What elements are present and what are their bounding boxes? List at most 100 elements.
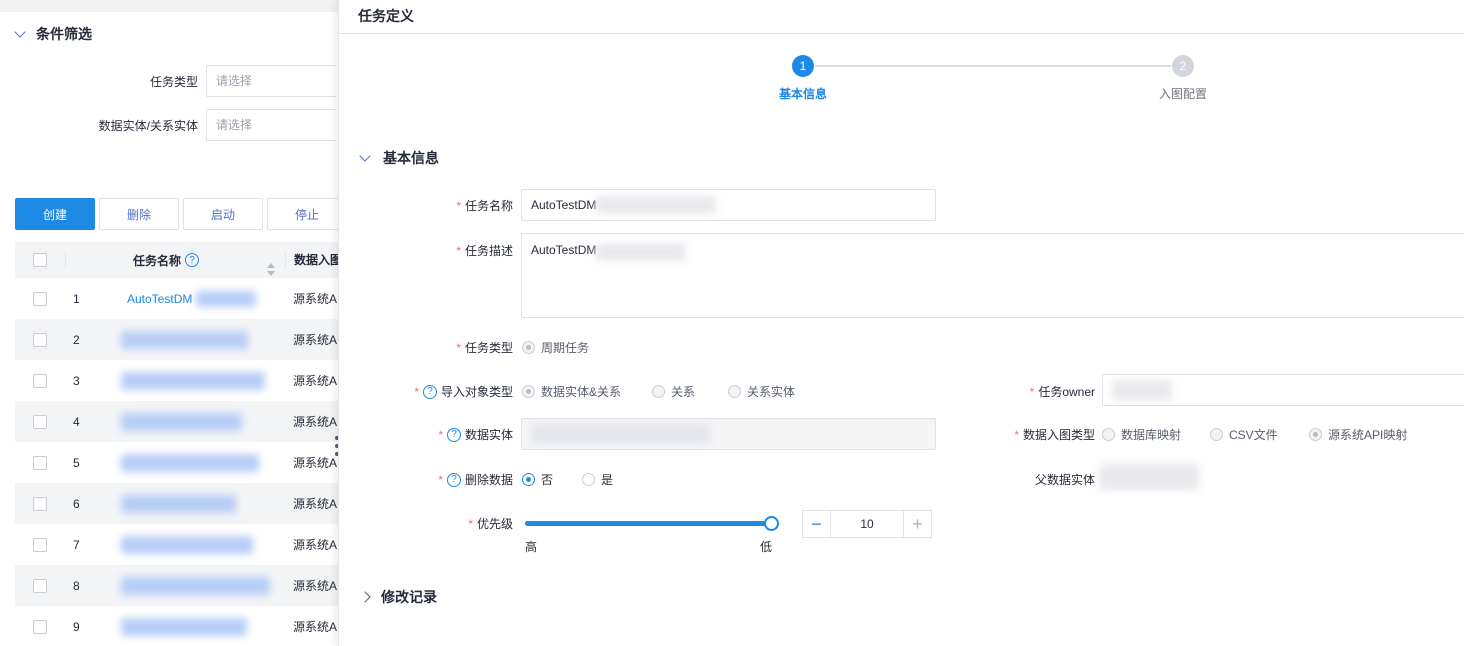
row-task-name[interactable]: AutoTestDM xyxy=(127,290,285,307)
filter-entity-select[interactable]: 请选择 xyxy=(206,109,336,141)
parent-entity-value xyxy=(1099,464,1199,490)
row-task-name[interactable] xyxy=(121,576,285,595)
priority-value[interactable]: 10 xyxy=(831,511,903,537)
row-task-name[interactable] xyxy=(121,371,285,390)
row-source: 源系统A xyxy=(293,292,338,306)
row-checkbox[interactable] xyxy=(33,537,47,552)
table-row[interactable]: 6 源系统A xyxy=(15,483,338,524)
help-icon[interactable]: ? xyxy=(422,384,437,399)
sort-icon[interactable] xyxy=(267,262,275,278)
row-source: 源系统A xyxy=(293,415,338,429)
row-index: 5 xyxy=(73,455,80,470)
start-button[interactable]: 启动 xyxy=(183,198,263,230)
data-entity-select[interactable] xyxy=(521,418,936,450)
filter-title: 条件筛选 xyxy=(36,26,92,42)
step-basic-info[interactable]: 1 基本信息 xyxy=(763,55,843,102)
radio-delete-yes[interactable]: 是 xyxy=(582,471,613,488)
row-checkbox[interactable] xyxy=(33,496,47,511)
name-header-label: 任务名称 xyxy=(133,253,182,268)
chevron-down-icon xyxy=(359,149,371,162)
row-checkbox[interactable] xyxy=(33,619,47,634)
help-icon[interactable]: ? xyxy=(446,427,461,442)
radio-relation[interactable]: 关系 xyxy=(652,383,695,400)
stop-button[interactable]: 停止 xyxy=(267,198,338,230)
step-graph-config[interactable]: 2 入图配置 xyxy=(1143,55,1223,102)
redacted-text xyxy=(1112,380,1172,400)
table-row[interactable]: 1 AutoTestDM 源系统A xyxy=(15,278,338,319)
task-table: 任务名称 ? 数据入图 1 AutoTestDM 源系统A 2 源系统A 3 源系统A 4 源系… xyxy=(15,242,338,646)
step-label: 入图配置 xyxy=(1158,87,1207,101)
table-row[interactable]: 2 源系统A xyxy=(15,319,338,360)
chevron-right-icon xyxy=(359,591,371,603)
owner-label: * 任务owner xyxy=(1029,384,1095,400)
row-index: 3 xyxy=(73,373,80,388)
row-checkbox[interactable] xyxy=(33,332,47,347)
table-row[interactable]: 3 源系统A xyxy=(15,360,338,401)
create-button[interactable]: 创建 xyxy=(15,198,95,230)
row-task-name[interactable] xyxy=(121,330,285,349)
table-row[interactable]: 7 源系统A xyxy=(15,524,338,565)
row-task-name[interactable] xyxy=(121,412,285,431)
row-checkbox[interactable] xyxy=(33,455,47,470)
name-column-header[interactable]: 任务名称 ? xyxy=(127,252,285,276)
filter-section-header[interactable]: 条件筛选 xyxy=(14,24,92,44)
row-source: 源系统A xyxy=(293,456,338,470)
radio-entity-relation[interactable]: 数据实体&关系 xyxy=(522,383,621,400)
task-name-link[interactable]: AutoTestDM xyxy=(127,292,192,306)
owner-input[interactable] xyxy=(1102,374,1464,406)
table-row[interactable]: 8 源系统A xyxy=(15,565,338,606)
priority-label: * 优先级 xyxy=(468,516,513,532)
radio-delete-no[interactable]: 否 xyxy=(522,471,553,488)
plus-icon[interactable]: + xyxy=(903,511,931,537)
priority-slider-track[interactable] xyxy=(525,521,771,526)
row-task-name[interactable] xyxy=(121,453,285,472)
task-desc-label: * 任务描述 xyxy=(456,243,513,259)
radio-relation-entity[interactable]: 关系实体 xyxy=(728,383,795,400)
table-header: 任务名称 ? 数据入图 xyxy=(15,242,338,278)
row-checkbox[interactable] xyxy=(33,291,47,306)
table-row[interactable]: 5 源系统A xyxy=(15,442,338,483)
table-row[interactable]: 4 源系统A xyxy=(15,401,338,442)
redacted-text xyxy=(596,243,687,261)
ingest-type-label: * 数据入图类型 xyxy=(1014,427,1095,443)
row-source: 源系统A xyxy=(293,374,338,388)
row-checkbox[interactable] xyxy=(33,373,47,388)
row-source: 源系统A xyxy=(293,579,338,593)
select-all-checkbox[interactable] xyxy=(33,253,47,267)
row-task-name[interactable] xyxy=(121,494,285,513)
help-icon[interactable]: ? xyxy=(185,253,200,267)
filter-task-type-select[interactable]: 请选择 xyxy=(206,65,336,97)
delete-button[interactable]: 删除 xyxy=(99,198,179,230)
task-desc-textarea[interactable]: AutoTestDM xyxy=(521,233,1464,318)
basic-info-section-header[interactable]: 基本信息 xyxy=(359,148,439,168)
row-index: 1 xyxy=(73,291,80,306)
chevron-down-icon xyxy=(14,25,26,38)
row-task-name[interactable] xyxy=(121,617,285,636)
priority-slider-handle[interactable] xyxy=(764,516,779,531)
row-index: 7 xyxy=(73,537,80,552)
priority-low-label: 低 xyxy=(760,540,773,554)
radio-periodic-task[interactable]: 周期任务 xyxy=(522,339,589,356)
minus-icon[interactable]: − xyxy=(803,511,831,537)
row-source: 源系统A xyxy=(293,497,338,511)
divider xyxy=(339,33,1464,34)
row-checkbox[interactable] xyxy=(33,414,47,429)
radio-api-mapping[interactable]: 源系统API映射 xyxy=(1309,426,1407,443)
history-section-header[interactable]: 修改记录 xyxy=(359,587,437,607)
parent-entity-label: 父数据实体 xyxy=(1034,473,1095,487)
source-column-header: 数据入图 xyxy=(285,251,338,269)
row-source: 源系统A xyxy=(293,538,338,552)
toolbar: 创建 删除 启动 停止 xyxy=(15,198,338,230)
redacted-text xyxy=(121,494,236,513)
task-name-input[interactable]: AutoTestDM xyxy=(521,189,936,221)
row-task-name[interactable] xyxy=(121,535,285,554)
row-index: 2 xyxy=(73,332,80,347)
radio-csv-file[interactable]: CSV文件 xyxy=(1210,426,1278,443)
table-row[interactable]: 9 源系统A xyxy=(15,606,338,646)
step-label: 基本信息 xyxy=(778,87,827,101)
help-icon[interactable]: ? xyxy=(446,472,461,487)
redacted-text xyxy=(121,412,242,431)
radio-db-mapping[interactable]: 数据库映射 xyxy=(1102,426,1181,443)
row-checkbox[interactable] xyxy=(33,578,47,593)
step-number: 2 xyxy=(1172,55,1194,77)
